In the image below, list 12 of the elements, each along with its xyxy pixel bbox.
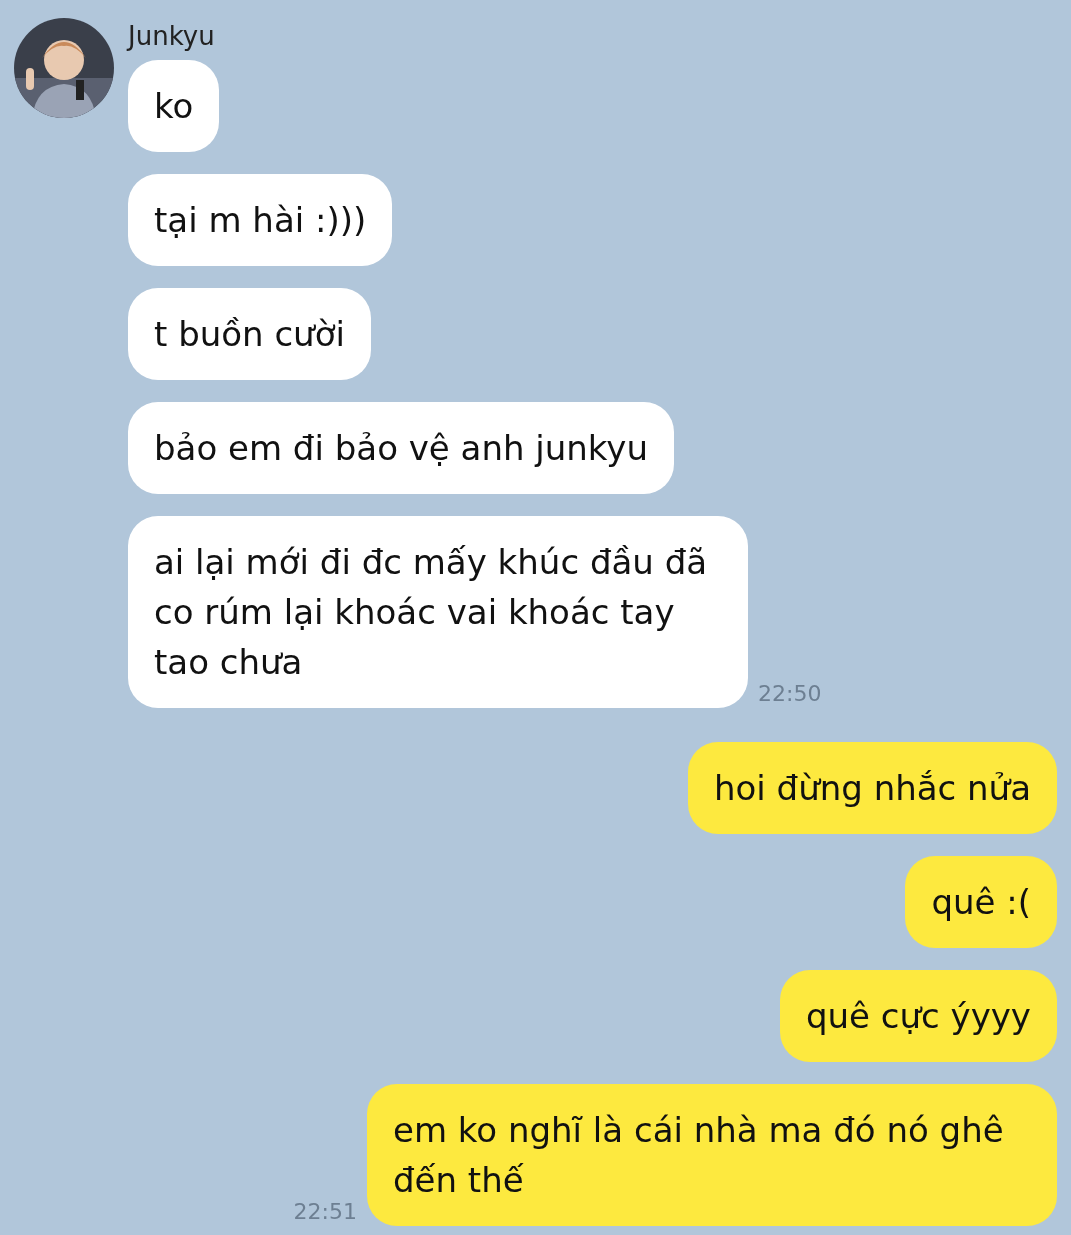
timestamp: 22:50 xyxy=(758,681,822,708)
received-message: tại m hài :))) xyxy=(128,174,393,266)
sent-message: em ko nghĩ là cái nhà ma đó nó ghê đến thế xyxy=(367,1084,1057,1226)
received-message: t buồn cười xyxy=(128,288,371,380)
sent-message: hoi đừng nhắc nửa xyxy=(687,742,1057,834)
received-message: ai lại mới đi đc mấy khúc đầu đã co rúm lại khoác vai khoác tay tao chưa xyxy=(128,516,748,708)
received-message: bảo em đi bảo vệ anh junkyu xyxy=(128,402,674,494)
received-message: ko xyxy=(128,60,220,152)
sent-message: quê :( xyxy=(905,856,1057,948)
timestamp: 22:51 xyxy=(293,1199,357,1226)
sent-message: quê cực ýyyy xyxy=(779,970,1057,1062)
contact-name: Junkyu xyxy=(128,20,216,52)
